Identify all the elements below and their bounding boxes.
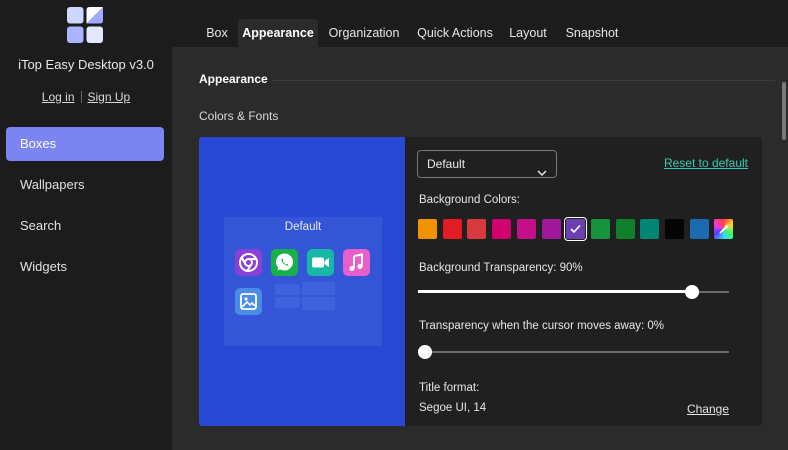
box-preview: Default: [199, 137, 405, 426]
color-swatch[interactable]: [689, 219, 709, 239]
tab-snapshot[interactable]: Snapshot: [562, 19, 622, 47]
section-divider: [272, 80, 775, 81]
color-picker-icon[interactable]: [714, 219, 734, 239]
colors-fonts-heading: Colors & Fonts: [199, 109, 279, 123]
sidebar-nav: Boxes Wallpapers Search Widgets: [6, 127, 164, 291]
tab-bar: Box Appearance Organization Quick Action…: [172, 0, 788, 47]
auth-separator: [80, 91, 82, 103]
bg-transparency-label: Background Transparency: 90%: [419, 262, 583, 274]
app-logo-icon: [67, 7, 103, 43]
change-font-link[interactable]: Change: [687, 402, 729, 416]
color-swatch[interactable]: [418, 219, 437, 239]
color-swatch[interactable]: [541, 219, 561, 239]
preview-box: Default: [224, 217, 382, 346]
sidebar-item-widgets[interactable]: Widgets: [6, 250, 164, 284]
sidebar-item-wallpapers[interactable]: Wallpapers: [6, 168, 164, 202]
color-swatch[interactable]: [467, 219, 487, 239]
tab-layout[interactable]: Layout: [506, 19, 550, 47]
section-title: Appearance: [199, 72, 268, 86]
main-panel: Box Appearance Organization Quick Action…: [172, 0, 788, 450]
tab-quick-actions[interactable]: Quick Actions: [413, 19, 497, 47]
login-link[interactable]: Log in: [42, 90, 75, 104]
sidebar-item-search[interactable]: Search: [6, 209, 164, 243]
check-icon: [570, 224, 581, 234]
sidebar: iTop Easy Desktop v3.0 Log in Sign Up Box…: [0, 0, 172, 450]
app-title: iTop Easy Desktop v3.0: [18, 57, 154, 72]
video-camera-icon: [307, 249, 334, 276]
preview-box-title: Default: [284, 221, 322, 233]
chrome-icon: [235, 249, 262, 276]
colors-fonts-card: Default Default Reset to default Backgro…: [199, 137, 762, 426]
theme-dropdown-value: Default: [427, 157, 466, 171]
tab-box[interactable]: Box: [198, 19, 236, 47]
color-swatch[interactable]: [615, 219, 635, 239]
image-icon: [235, 288, 262, 315]
color-swatch[interactable]: [640, 219, 660, 239]
color-swatch[interactable]: [665, 219, 684, 239]
scrollbar[interactable]: [782, 82, 786, 140]
color-swatch[interactable]: [564, 217, 588, 241]
theme-dropdown[interactable]: Default: [417, 150, 557, 178]
slider-knob[interactable]: [418, 345, 432, 359]
color-swatch[interactable]: [492, 219, 512, 239]
slider-knob[interactable]: [685, 285, 699, 299]
chevron-down-icon: [537, 160, 547, 177]
title-format-label: Title format:: [419, 382, 480, 394]
tab-organization[interactable]: Organization: [324, 19, 404, 47]
cursor-transparency-slider[interactable]: [418, 345, 729, 359]
color-swatch[interactable]: [442, 219, 462, 239]
music-icon: [343, 249, 370, 276]
sidebar-item-boxes[interactable]: Boxes: [6, 127, 164, 161]
color-swatch[interactable]: [516, 219, 536, 239]
signup-link[interactable]: Sign Up: [88, 90, 131, 104]
reset-to-default-link[interactable]: Reset to default: [664, 156, 748, 170]
bg-transparency-slider[interactable]: [418, 285, 729, 299]
auth-links: Log in Sign Up: [0, 90, 172, 104]
cursor-transparency-label: Transparency when the cursor moves away:…: [419, 320, 665, 332]
background-colors-label: Background Colors:: [419, 194, 520, 206]
color-swatch[interactable]: [590, 219, 610, 239]
windows-watermark: [275, 282, 335, 310]
whatsapp-icon: [271, 249, 298, 276]
title-format-value: Segoe UI, 14: [419, 402, 487, 414]
tab-appearance[interactable]: Appearance: [238, 19, 318, 47]
